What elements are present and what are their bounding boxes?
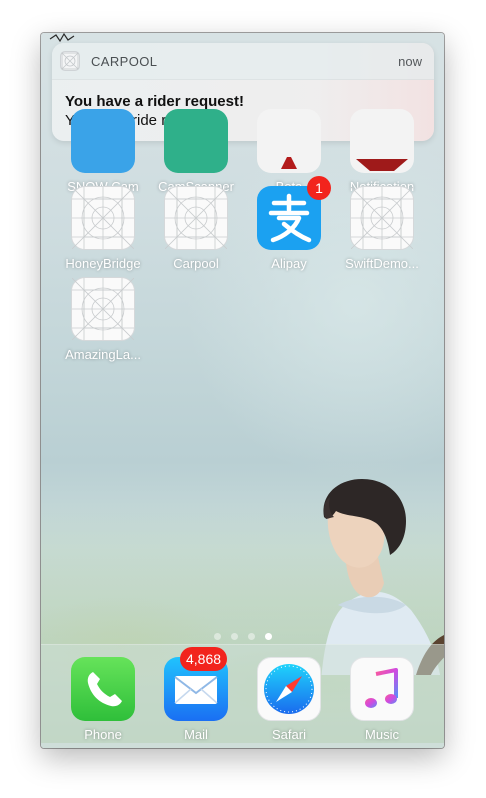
app-label: Phone (84, 727, 122, 742)
app-label: SwiftDemo... (345, 256, 419, 271)
app-label: Alipay (271, 256, 307, 271)
app-safari[interactable]: Safari (244, 657, 334, 742)
mail-icon: 4,868 (164, 647, 228, 721)
notification-time: now (398, 53, 422, 69)
alipay-icon: 1 (257, 176, 331, 250)
placeholder-app-icon (71, 277, 135, 341)
beta-icon (257, 109, 321, 173)
alipay-badge: 1 (307, 176, 331, 200)
iphone-screen: CARPOOL now You have a rider request! Yo… (41, 33, 444, 748)
page-indicator[interactable] (41, 633, 444, 640)
notification-app-icon (350, 109, 414, 173)
placeholder-app-icon (350, 186, 414, 250)
page-dot-current (264, 633, 272, 640)
page-dot (230, 633, 238, 640)
notification-app-name: CARPOOL (91, 53, 158, 69)
phone-icon (71, 657, 135, 721)
app-label: Carpool (173, 256, 219, 271)
safari-icon (257, 657, 321, 721)
notification-header: CARPOOL now (52, 43, 434, 80)
mail-badge: 4,868 (180, 647, 228, 671)
dock: Phone 4,868 Mail Safari Music (41, 644, 444, 748)
app-music[interactable]: Music (337, 657, 427, 742)
app-label: Music (365, 727, 399, 742)
page-dot (247, 633, 255, 640)
app-alipay[interactable]: 1 Alipay (244, 176, 334, 271)
wallpaper-person (321, 479, 444, 675)
app-carpool[interactable]: Carpool (151, 186, 241, 271)
camscanner-icon (164, 109, 228, 173)
app-camscanner[interactable]: CamScanner (151, 109, 241, 194)
carpool-app-icon (60, 51, 80, 71)
app-swiftdemo[interactable]: SwiftDemo... (337, 186, 427, 271)
wallpaper-doodle (49, 32, 75, 43)
app-label: Safari (272, 727, 306, 742)
snow-cam-icon (71, 109, 135, 173)
app-label: AmazingLa... (65, 347, 141, 362)
app-snow-cam[interactable]: SNOW Cam (58, 109, 148, 194)
app-mail[interactable]: 4,868 Mail (151, 647, 241, 742)
placeholder-app-icon (164, 186, 228, 250)
app-label: Mail (184, 727, 208, 742)
page-dot (213, 633, 221, 640)
app-phone[interactable]: Phone (58, 657, 148, 742)
app-honeybridge[interactable]: HoneyBridge (58, 186, 148, 271)
placeholder-app-icon (71, 186, 135, 250)
app-amazingla[interactable]: AmazingLa... (58, 277, 148, 362)
music-icon (350, 657, 414, 721)
app-label: HoneyBridge (65, 256, 141, 271)
app-notification[interactable]: Notification (337, 109, 427, 194)
